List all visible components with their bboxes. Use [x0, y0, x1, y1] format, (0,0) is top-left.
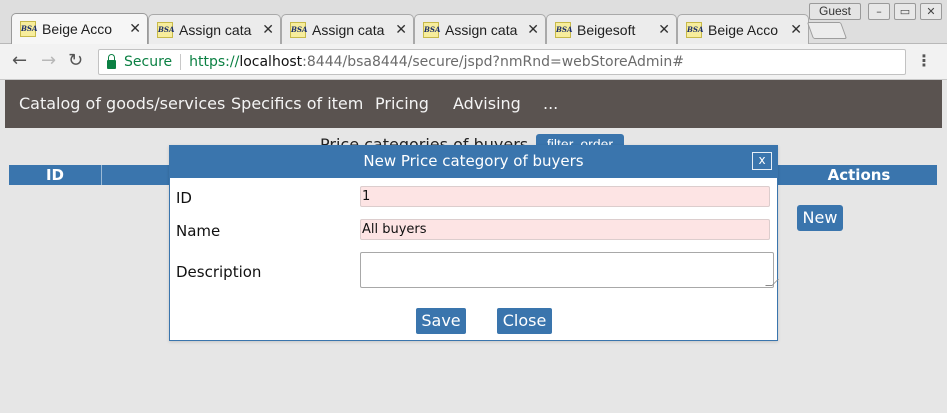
close-button[interactable]: Close: [497, 308, 552, 334]
browser-tab-6[interactable]: BSA Beige Acco ✕: [677, 14, 809, 44]
tab-title: Assign cata: [312, 21, 385, 38]
url-path: :8444/bsa8444/secure/jspd?nmRnd=webStore…: [302, 54, 685, 70]
app-nav-bar: Catalog of goods/services Specifics of i…: [5, 80, 942, 128]
id-label: ID: [176, 189, 192, 207]
bsa-favicon-icon: BSA: [423, 21, 440, 38]
nav-pricing[interactable]: Pricing: [375, 94, 429, 113]
browser-tab-3[interactable]: BSA Assign cata ✕: [281, 14, 414, 44]
save-button[interactable]: Save: [416, 308, 466, 334]
address-bar[interactable]: Secure https:// localhost :8444/bsa8444/…: [98, 49, 906, 75]
minimize-icon[interactable]: –: [868, 3, 890, 20]
dialog-title: New Price category of buyers: [363, 152, 584, 170]
tab-close-icon[interactable]: ✕: [129, 21, 141, 37]
secure-label: Secure: [124, 54, 173, 70]
name-field[interactable]: All buyers: [360, 219, 770, 240]
profile-guest-badge[interactable]: Guest: [809, 3, 861, 20]
column-divider: [101, 165, 102, 185]
dialog-close-icon[interactable]: x: [752, 152, 772, 170]
address-separator: [180, 54, 182, 70]
url-scheme: https://: [189, 54, 240, 70]
bsa-favicon-icon: BSA: [686, 21, 703, 38]
browser-toolbar: ← → ↻ Secure https:// localhost :8444/bs…: [0, 44, 947, 80]
tab-close-icon[interactable]: ✕: [658, 22, 670, 38]
tab-title: Beigesoft: [577, 21, 636, 38]
tab-close-icon[interactable]: ✕: [262, 22, 274, 38]
browser-tab-1[interactable]: BSA Beige Acco ✕: [11, 13, 148, 44]
nav-advising[interactable]: Advising: [453, 94, 521, 113]
tab-title: Beige Acco: [708, 21, 779, 38]
column-header-actions: Actions: [827, 166, 891, 184]
column-header-id: ID: [45, 166, 65, 184]
tab-title: Assign cata: [179, 21, 252, 38]
tab-title: Assign cata: [445, 21, 518, 38]
description-label: Description: [176, 263, 262, 281]
url-host: localhost: [239, 54, 303, 70]
lock-icon: [107, 53, 116, 69]
tab-close-icon[interactable]: ✕: [527, 22, 539, 38]
tab-title: Beige Acco: [42, 21, 113, 37]
browser-tab-2[interactable]: BSA Assign cata ✕: [148, 14, 281, 44]
back-arrow-icon[interactable]: ←: [12, 50, 27, 72]
forward-arrow-icon[interactable]: →: [41, 50, 56, 72]
nav-catalog[interactable]: Catalog of goods/services: [19, 94, 225, 113]
dialog-titlebar[interactable]: New Price category of buyers x: [170, 146, 777, 178]
new-tab-button[interactable]: [806, 22, 848, 39]
browser-tab-5[interactable]: BSA Beigesoft ✕: [546, 14, 677, 44]
browser-tab-4[interactable]: BSA Assign cata ✕: [414, 14, 546, 44]
bsa-favicon-icon: BSA: [157, 21, 174, 38]
tab-close-icon[interactable]: ✕: [790, 22, 802, 38]
maximize-icon[interactable]: ▭: [894, 3, 916, 20]
window-close-icon[interactable]: ✕: [920, 3, 942, 20]
bsa-favicon-icon: BSA: [555, 21, 572, 38]
name-label: Name: [176, 222, 221, 240]
nav-more[interactable]: ...: [543, 94, 558, 113]
bsa-favicon-icon: BSA: [20, 21, 37, 37]
new-button[interactable]: New: [797, 205, 843, 231]
browser-tabstrip: BSA Beige Acco ✕ BSA Assign cata ✕ BSA A…: [0, 0, 947, 44]
id-field[interactable]: 1: [360, 186, 770, 207]
nav-specifics[interactable]: Specifics of item: [231, 94, 363, 113]
description-field[interactable]: [360, 252, 774, 288]
bsa-favicon-icon: BSA: [290, 21, 307, 38]
new-price-category-dialog: New Price category of buyers x ID 1 Name…: [169, 145, 778, 341]
reload-icon[interactable]: ↻: [68, 50, 83, 72]
tab-close-icon[interactable]: ✕: [395, 22, 407, 38]
browser-menu-icon[interactable]: ⋮: [916, 51, 932, 71]
